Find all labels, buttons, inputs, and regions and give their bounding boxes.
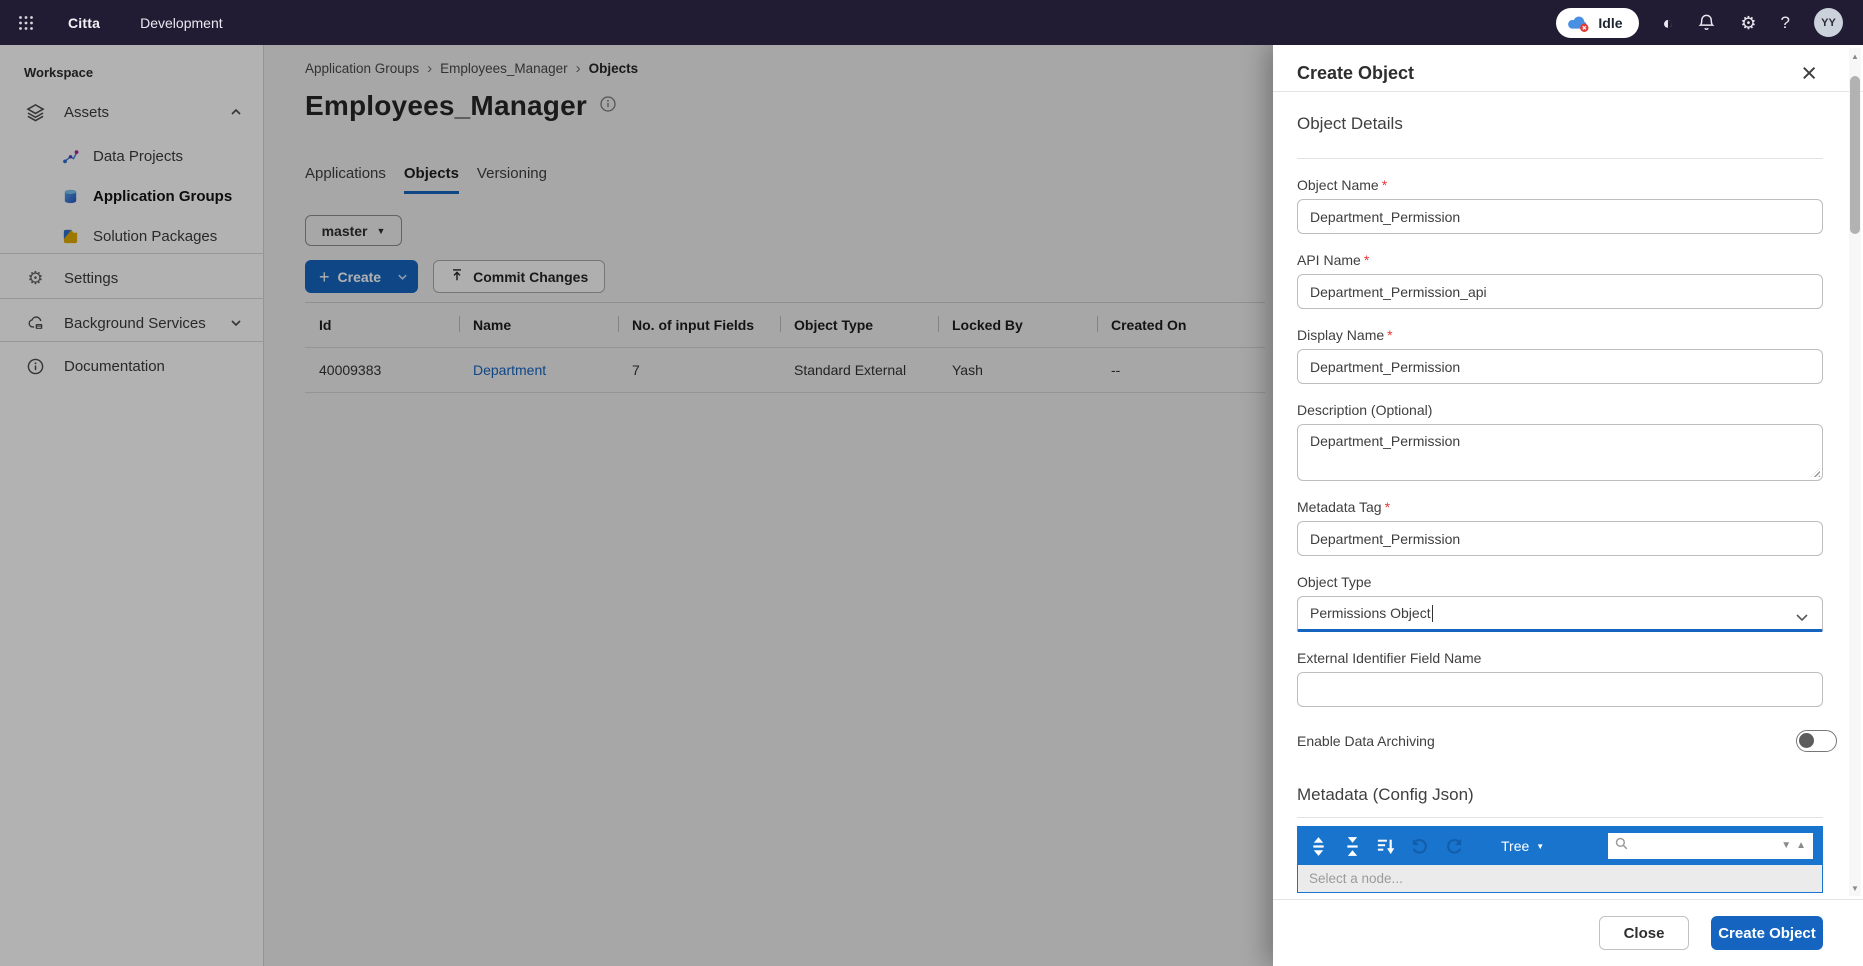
search-prev-icon[interactable]: ▲ [1796,841,1806,851]
description-field[interactable]: Department_Permission [1297,424,1823,481]
json-editor-toolbar: Tree ▼ ▼ ▲ [1298,827,1822,865]
chevron-down-icon [1795,609,1809,625]
drawer-title: Create Object [1297,63,1414,84]
caret-down-icon: ▼ [1536,842,1544,851]
toggle-knob [1799,733,1814,748]
api-name-label: API Name* [1297,252,1823,268]
display-name-field[interactable] [1297,349,1823,384]
scrollbar-thumb[interactable] [1850,76,1860,234]
external-identifier-field[interactable] [1297,672,1823,707]
enable-archiving-row: Enable Data Archiving [1297,729,1823,753]
object-type-select[interactable]: Permissions Object [1297,596,1823,632]
json-editor: Tree ▼ ▼ ▲ Select a node... [1297,826,1823,893]
app-window: Citta Development Idle ◐ [0,0,1863,966]
sort-icon[interactable] [1375,835,1397,857]
required-marker: * [1385,499,1390,515]
section-title-object-details: Object Details [1297,114,1823,134]
notifications-bell-icon[interactable] [1697,13,1716,32]
metadata-tag-field[interactable] [1297,521,1823,556]
section-divider [1297,817,1823,818]
drawer-header: Create Object × [1273,45,1863,92]
object-name-label: Object Name* [1297,177,1823,193]
undo-icon[interactable] [1409,835,1431,857]
close-icon[interactable]: × [1801,63,1817,83]
object-type-value: Permissions Object [1310,605,1431,621]
json-search-input[interactable] [1633,839,1776,854]
required-marker: * [1382,177,1387,193]
description-field-wrap: Department_Permission [1297,424,1823,481]
editor-mode-dropdown[interactable]: Tree ▼ [1501,838,1544,854]
description-label: Description (Optional) [1297,402,1823,418]
required-marker: * [1387,327,1392,343]
cloud-status-icon [1566,14,1590,32]
search-icon [1615,837,1628,855]
scroll-up-icon[interactable]: ▲ [1849,50,1861,62]
object-name-field[interactable] [1297,199,1823,234]
redo-icon[interactable] [1443,835,1465,857]
required-marker: * [1364,252,1369,268]
external-identifier-label: External Identifier Field Name [1297,650,1823,666]
help-icon[interactable]: ? [1781,14,1790,31]
expand-all-icon[interactable] [1307,835,1329,857]
collapse-all-icon[interactable] [1341,835,1363,857]
drawer-body: Object Details Object Name* API Name* Di… [1273,92,1863,899]
section-title-metadata: Metadata (Config Json) [1297,785,1823,805]
section-divider [1297,158,1823,159]
close-button[interactable]: Close [1599,916,1689,950]
drawer-footer: Close Create Object [1273,899,1863,966]
create-object-drawer: Create Object × Object Details Object Na… [1273,45,1863,966]
json-search-box: ▼ ▲ [1608,833,1813,859]
status-pill[interactable]: Idle [1556,8,1638,38]
scroll-down-icon[interactable]: ▼ [1849,882,1861,894]
environment-name[interactable]: Development [140,15,223,31]
brand-name[interactable]: Citta [68,15,100,31]
enable-archiving-toggle[interactable] [1796,730,1837,752]
text-cursor [1432,605,1434,622]
modal-dim-overlay[interactable] [0,45,1273,966]
app-launcher-icon[interactable] [18,15,34,31]
settings-gear-icon[interactable]: ⚙ [1740,14,1756,32]
object-type-label: Object Type [1297,574,1823,590]
top-bar: Citta Development Idle ◐ [0,0,1863,45]
topbar-right: Idle ◐ ⚙ ? YY [1556,8,1843,38]
metadata-tag-label: Metadata Tag* [1297,499,1823,515]
api-name-field[interactable] [1297,274,1823,309]
status-label: Idle [1598,15,1622,31]
search-next-icon[interactable]: ▼ [1781,841,1791,851]
enable-archiving-label: Enable Data Archiving [1297,733,1435,749]
drawer-scrollbar: ▲ ▼ [1849,48,1861,896]
theme-contrast-icon[interactable]: ◐ [1663,14,1674,32]
editor-mode-label: Tree [1501,838,1529,854]
create-object-button[interactable]: Create Object [1711,916,1823,950]
json-node-path-bar[interactable]: Select a node... [1298,865,1822,892]
user-avatar[interactable]: YY [1814,8,1843,37]
display-name-label: Display Name* [1297,327,1823,343]
